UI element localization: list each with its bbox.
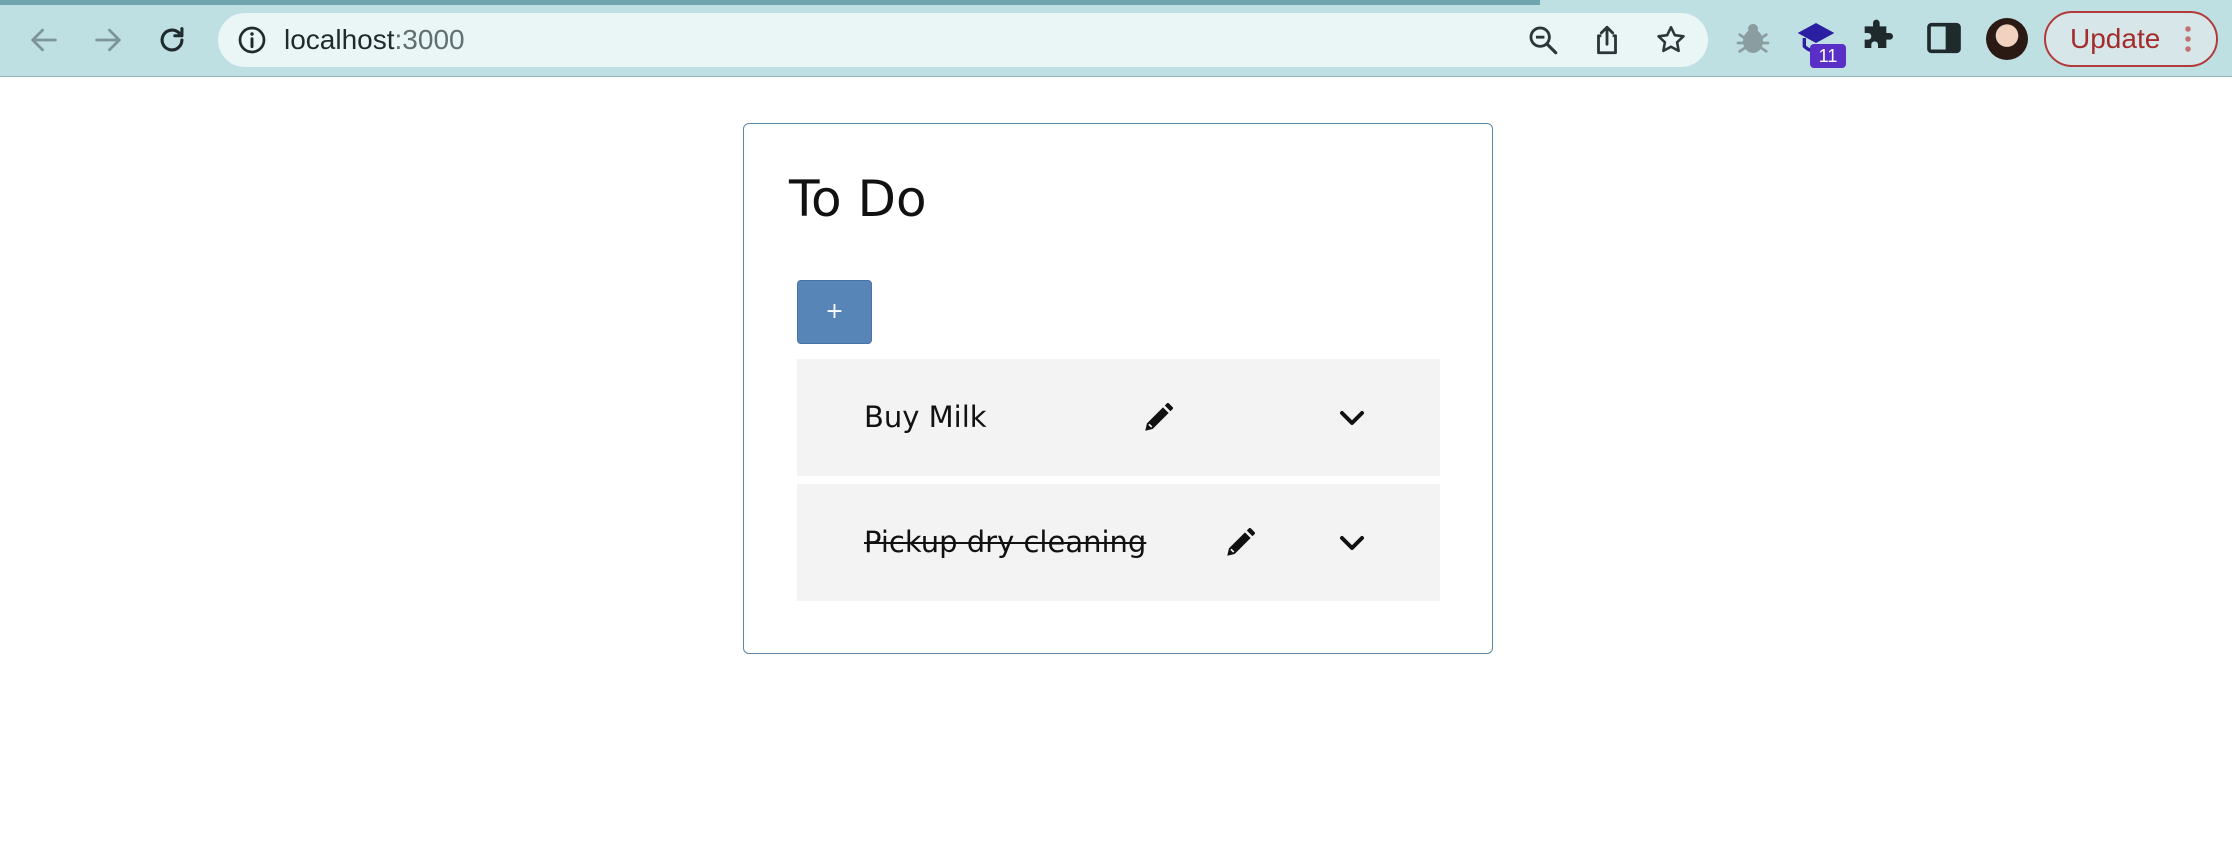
- browser-toolbar: localhost:3000 11 Update: [0, 0, 2232, 77]
- url-host: localhost: [284, 24, 395, 55]
- todo-item-text[interactable]: Pickup dry cleaning: [864, 484, 1146, 601]
- bug-extension-icon[interactable]: [1733, 18, 1773, 58]
- todo-card: To Do + Buy Milk Pickup dry cleaning: [743, 123, 1493, 654]
- todo-item[interactable]: Buy Milk: [797, 359, 1440, 476]
- url-port: :3000: [394, 24, 465, 55]
- add-todo-button[interactable]: +: [797, 280, 872, 344]
- profile-avatar[interactable]: [1986, 18, 2028, 60]
- address-bar[interactable]: localhost:3000: [218, 13, 1708, 67]
- arrow-left-icon: [31, 28, 57, 52]
- todo-item[interactable]: Pickup dry cleaning: [797, 484, 1440, 601]
- puzzle-icon[interactable]: [1858, 18, 1898, 58]
- share-icon[interactable]: [1590, 23, 1624, 57]
- zoom-out-icon[interactable]: [1526, 23, 1560, 57]
- todo-list: Buy Milk Pickup dry cleaning: [797, 359, 1440, 609]
- extension-badge: 11: [1810, 44, 1846, 68]
- pencil-icon[interactable]: [1141, 401, 1175, 435]
- chevron-down-icon[interactable]: [1337, 528, 1367, 558]
- side-panel-icon[interactable]: [1924, 18, 1964, 58]
- url-text[interactable]: localhost:3000: [284, 13, 465, 67]
- chevron-down-icon[interactable]: [1337, 403, 1367, 433]
- forward-button[interactable]: [80, 14, 136, 66]
- reload-button[interactable]: [144, 14, 200, 66]
- pencil-icon[interactable]: [1223, 526, 1257, 560]
- back-button[interactable]: [16, 14, 72, 66]
- reload-icon: [160, 27, 184, 52]
- kebab-icon[interactable]: [2180, 24, 2196, 54]
- page-title: To Do: [789, 170, 927, 228]
- arrow-right-icon: [95, 28, 121, 52]
- star-icon[interactable]: [1654, 23, 1688, 57]
- info-icon[interactable]: [236, 24, 268, 56]
- todo-item-text[interactable]: Buy Milk: [864, 359, 987, 476]
